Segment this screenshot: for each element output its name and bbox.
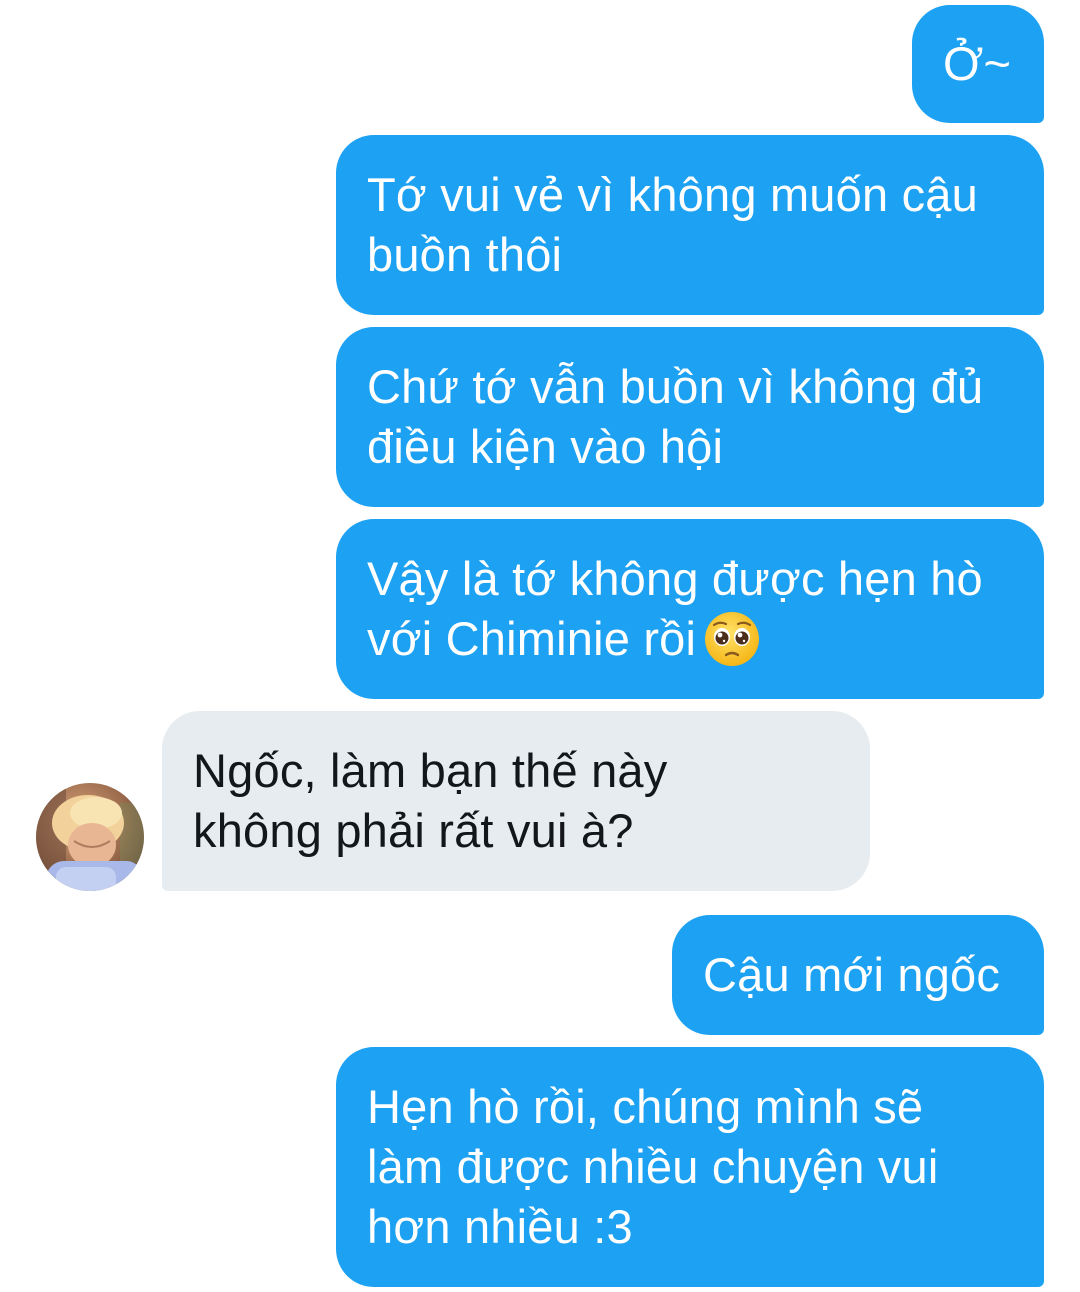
message-text: Vậy là tớ không được hẹn hò với Chiminie… — [367, 552, 983, 665]
message-text: Ngốc, làm bạn thế này không phải rất vui… — [193, 744, 668, 857]
sent-message-bubble[interactable]: Ở~ — [912, 5, 1044, 123]
message-text: Ở~ — [943, 37, 1012, 90]
message-text: Hẹn hò rồi, chúng mình sẽ làm được nhiều… — [367, 1080, 939, 1253]
contact-avatar[interactable] — [36, 783, 144, 891]
sent-message-bubble[interactable]: Vậy là tớ không được hẹn hò với Chiminie… — [336, 519, 1044, 699]
received-message-bubble[interactable]: Ngốc, làm bạn thế này không phải rất vui… — [162, 711, 870, 891]
message-text: Tớ vui vẻ vì không muốn cậu buồn thôi — [367, 168, 978, 281]
pleading-face-emoji-icon — [705, 612, 760, 666]
message-text: Cậu mới ngốc — [703, 948, 1001, 1001]
profile-photo-avatar-icon — [36, 783, 144, 891]
message-text: Chứ tớ vẫn buồn vì không đủ điều kiện và… — [367, 360, 984, 473]
sent-message-bubble[interactable]: Tớ vui vẻ vì không muốn cậu buồn thôi — [336, 135, 1044, 315]
message-content: Vậy là tớ không được hẹn hò với Chiminie… — [367, 549, 983, 669]
sent-message-bubble[interactable]: Cậu mới ngốc — [672, 915, 1044, 1035]
sent-message-bubble[interactable]: Chứ tớ vẫn buồn vì không đủ điều kiện và… — [336, 327, 1044, 507]
sent-message-bubble[interactable]: Hẹn hò rồi, chúng mình sẽ làm được nhiều… — [336, 1047, 1044, 1287]
